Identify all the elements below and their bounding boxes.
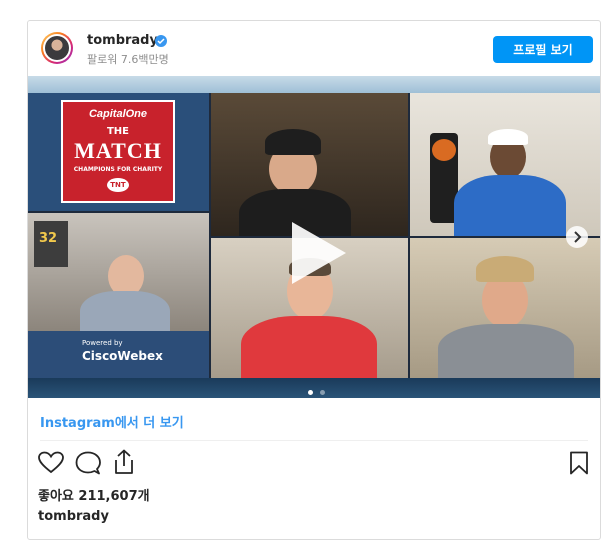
avatar-photo — [45, 36, 69, 60]
webex-banner: Powered by CiscoWebex — [28, 331, 209, 378]
comment-icon[interactable] — [75, 451, 101, 480]
instagram-embed-card: tombrady 팔로워 7.6백만명 프로필 보기 CapitalOne TH… — [27, 20, 601, 540]
video-tile-tiger — [410, 93, 600, 236]
palm-banner — [28, 76, 600, 93]
video-tile-host: 32 — [28, 213, 209, 331]
view-more-on-instagram-link[interactable]: Instagram에서 더 보기 — [40, 412, 184, 431]
carousel-indicator — [307, 380, 326, 398]
jersey-number: 32 — [39, 231, 58, 246]
network-logo: TNT — [107, 178, 129, 192]
powered-by-text: Powered by — [82, 339, 123, 347]
match-logo: CapitalOne THE MATCH CHAMPIONS FOR CHARI… — [61, 100, 175, 203]
divider — [40, 440, 588, 441]
verified-icon — [155, 35, 167, 47]
bookmark-icon[interactable] — [569, 451, 589, 479]
profile-username[interactable]: tombrady — [87, 33, 158, 48]
carousel-dot — [320, 390, 326, 395]
share-icon[interactable] — [112, 449, 136, 479]
match-logo-tile: CapitalOne THE MATCH CHAMPIONS FOR CHARI… — [28, 93, 209, 211]
sponsor-logo-text: CapitalOne — [88, 108, 148, 120]
follower-count: 팔로워 7.6백만명 — [87, 53, 169, 66]
webex-logo-text: CiscoWebex — [82, 349, 163, 363]
event-subtitle: CHAMPIONS FOR CHARITY — [73, 166, 163, 173]
video-tile-phil — [211, 93, 408, 236]
video-tile-peyton — [410, 238, 600, 378]
view-profile-button[interactable]: 프로필 보기 — [493, 36, 593, 63]
heart-icon[interactable] — [38, 451, 64, 479]
event-the: THE — [106, 126, 130, 137]
video-post-media[interactable]: CapitalOne THE MATCH CHAMPIONS FOR CHARI… — [28, 76, 600, 398]
caption-username[interactable]: tombrady — [38, 509, 109, 524]
event-title: MATCH — [74, 138, 162, 163]
carousel-dot-active — [308, 390, 313, 395]
play-icon[interactable] — [288, 220, 348, 286]
like-count[interactable]: 좋아요 211,607개 — [38, 485, 150, 504]
profile-avatar[interactable] — [41, 32, 73, 64]
chevron-right-icon[interactable] — [566, 226, 588, 248]
